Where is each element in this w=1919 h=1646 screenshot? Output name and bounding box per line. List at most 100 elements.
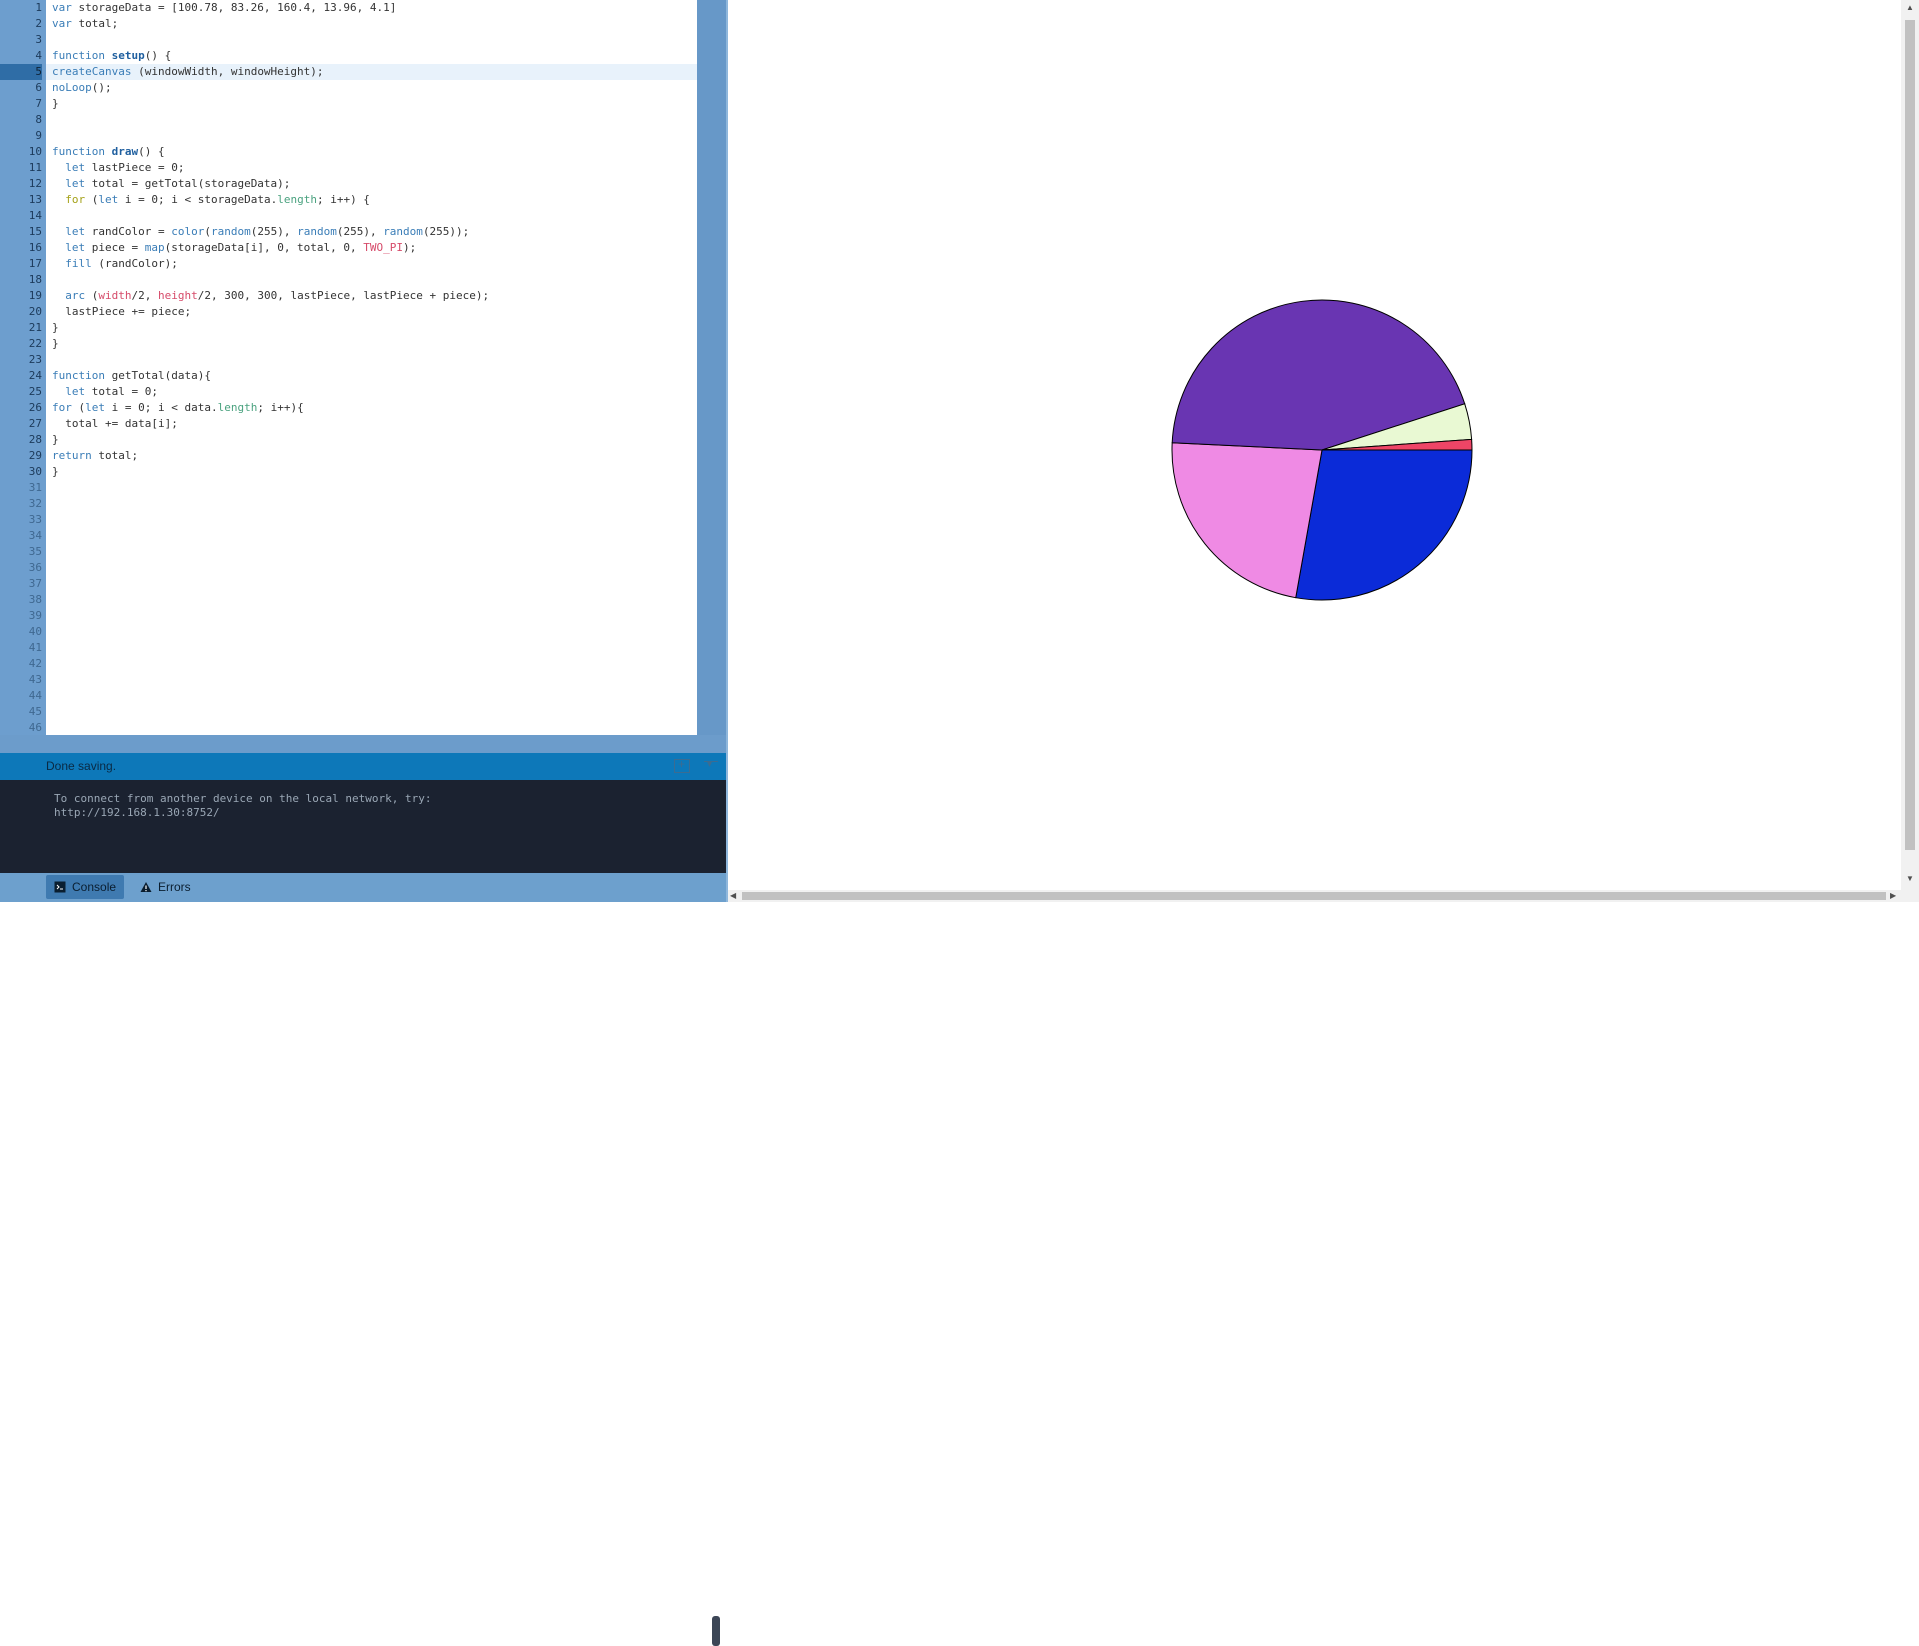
code-line: let total = getTotal(storageData); xyxy=(65,177,291,190)
line-number: 43 xyxy=(28,673,42,686)
code-line: arc (width/2, height/2, 300, 300, lastPi… xyxy=(65,289,490,302)
code-line: for (let i = 0; i < storageData.length; … xyxy=(65,193,370,206)
collapse-console-icon[interactable] xyxy=(702,759,720,773)
code-line: var total; xyxy=(52,17,119,30)
line-number: 23 xyxy=(28,353,42,366)
pie-canvas xyxy=(1171,299,1473,601)
line-number: 10 xyxy=(28,145,42,158)
line-number: 36 xyxy=(28,561,42,574)
line-number: 46 xyxy=(28,721,42,734)
code-line: noLoop(); xyxy=(52,81,112,94)
code-line: for (let i = 0; i < data.length; i++){ xyxy=(52,401,304,414)
line-number: 40 xyxy=(28,625,42,638)
line-number: 8 xyxy=(35,113,42,126)
line-number: 29 xyxy=(28,449,42,462)
line-number: 18 xyxy=(28,273,42,286)
line-number: 31 xyxy=(28,481,42,494)
code-line: lastPiece += piece; xyxy=(52,305,192,318)
code-line: function draw() { xyxy=(52,145,165,158)
scroll-left-icon[interactable]: ◀ xyxy=(730,891,736,900)
editor-pane: 1 2 3 4 5 6 7 8 9 10 11 12 13 14 15 16 17 18 19 20 21 22 23 24 2… xyxy=(0,0,726,1646)
terminal-icon xyxy=(54,881,66,893)
scroll-up-icon[interactable]: ▲ xyxy=(1906,3,1914,12)
code-line: let randColor = color(random(255), rando… xyxy=(65,225,470,238)
code-line: function getTotal(data){ xyxy=(52,369,211,382)
line-number: 17 xyxy=(28,257,42,270)
tab-errors-label: Errors xyxy=(158,880,191,894)
line-number: 6 xyxy=(35,81,42,94)
code-line: } xyxy=(52,433,59,446)
line-number: 7 xyxy=(35,97,42,110)
console-header: Done saving. xyxy=(0,753,726,780)
line-number: 20 xyxy=(28,305,42,318)
scroll-right-icon[interactable]: ▶ xyxy=(1890,891,1896,900)
line-number: 44 xyxy=(28,689,42,702)
line-number: 24 xyxy=(28,369,42,382)
line-number: 35 xyxy=(28,545,42,558)
code-line: let piece = map(storageData[i], 0, total… xyxy=(65,241,417,254)
scroll-down-icon[interactable]: ▼ xyxy=(1906,874,1914,883)
console-tab-bar: Console Errors xyxy=(0,873,726,902)
preview-horizontal-scrollbar[interactable]: ◀ ▶ xyxy=(728,890,1919,902)
preview-vertical-scrollbar[interactable]: ▲ ▼ xyxy=(1901,0,1919,890)
console-output: To connect from another device on the lo… xyxy=(0,780,726,1646)
line-number: 38 xyxy=(28,593,42,606)
editor-vertical-scrollbar[interactable] xyxy=(697,0,726,735)
line-number: 15 xyxy=(28,225,42,238)
code-line: } xyxy=(52,321,59,334)
line-number: 37 xyxy=(28,577,42,590)
code-line: fill (randColor); xyxy=(65,257,178,270)
line-number: 34 xyxy=(28,529,42,542)
line-number: 26 xyxy=(28,401,42,414)
code-line: } xyxy=(52,337,59,350)
pie-slice-1 xyxy=(1295,449,1473,601)
line-number: 3 xyxy=(35,33,42,46)
line-number: 16 xyxy=(28,241,42,254)
code-editor[interactable]: var storageData = [100.78, 83.26, 160.4,… xyxy=(46,0,697,735)
code-line: let lastPiece = 0; xyxy=(65,161,185,174)
code-line: let total = 0; xyxy=(65,385,158,398)
line-number: 45 xyxy=(28,705,42,718)
line-number: 21 xyxy=(28,321,42,334)
line-number: 33 xyxy=(28,513,42,526)
line-number: 28 xyxy=(28,433,42,446)
code-line: return total; xyxy=(52,449,139,462)
line-number: 30 xyxy=(28,465,42,478)
expand-console-icon[interactable] xyxy=(674,757,690,773)
line-number: 42 xyxy=(28,657,42,670)
code-line: createCanvas (windowWidth, windowHeight)… xyxy=(52,65,324,78)
tab-errors[interactable]: Errors xyxy=(132,875,199,899)
line-number: 39 xyxy=(28,609,42,622)
line-number: 14 xyxy=(28,209,42,222)
line-number: 41 xyxy=(28,641,42,654)
save-status: Done saving. xyxy=(46,759,117,773)
line-number: 1 xyxy=(35,1,42,14)
tab-console[interactable]: Console xyxy=(46,875,125,899)
line-number: 4 xyxy=(35,49,42,62)
line-number: 11 xyxy=(28,161,42,174)
console-line: http://192.168.1.30:8752/ xyxy=(54,806,220,819)
pie-slice-2 xyxy=(1171,442,1323,599)
preview-hscroll-thumb[interactable] xyxy=(742,892,1886,900)
code-line: var storageData = [100.78, 83.26, 160.4,… xyxy=(52,1,397,14)
code-line: } xyxy=(52,465,59,478)
line-number: 5 xyxy=(0,64,42,80)
line-number: 2 xyxy=(35,17,42,30)
console-scrollbar[interactable] xyxy=(712,1616,720,1646)
warning-icon xyxy=(140,882,152,892)
line-number: 25 xyxy=(28,385,42,398)
line-number: 13 xyxy=(28,193,42,206)
line-number-gutter: 1 2 3 4 5 6 7 8 9 10 11 12 13 14 15 16 17 18 19 20 21 22 23 24 2… xyxy=(0,0,46,735)
tab-console-label: Console xyxy=(72,880,117,894)
code-line: total += data[i]; xyxy=(52,417,178,430)
line-number: 19 xyxy=(28,289,42,302)
editor-horizontal-scrollbar[interactable] xyxy=(0,735,726,753)
line-number: 22 xyxy=(28,337,42,350)
code-line: function setup() { xyxy=(52,49,172,62)
line-number: 9 xyxy=(35,129,42,142)
line-number: 12 xyxy=(28,177,42,190)
preview-vscroll-thumb[interactable] xyxy=(1905,20,1915,850)
line-number: 27 xyxy=(28,417,42,430)
sketch-preview: ▲ ▼ ◀ ▶ xyxy=(728,0,1919,902)
code-line: } xyxy=(52,97,59,110)
